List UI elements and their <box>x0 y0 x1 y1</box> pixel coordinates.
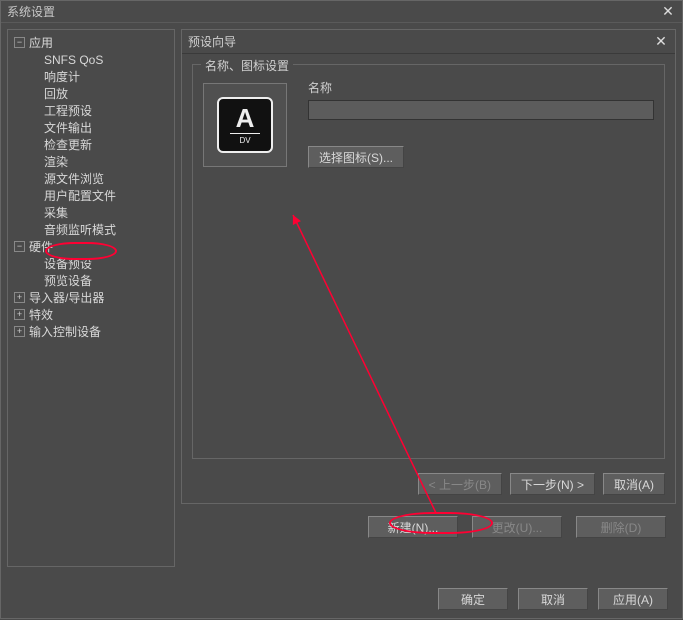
next-button[interactable]: 下一步(N) > <box>510 473 595 495</box>
plus-icon[interactable]: + <box>14 326 25 337</box>
tree-leaf[interactable]: 用户配置文件 <box>10 187 172 204</box>
name-label: 名称 <box>308 79 654 96</box>
cancel-button[interactable]: 取消 <box>518 588 588 610</box>
tree-label: 音频监听模式 <box>44 221 116 238</box>
dialog-buttons: 确定 取消 应用(A) <box>438 588 668 610</box>
group-name-icon: 名称、图标设置 A DV 名称 选择图标(S)... <box>192 64 665 459</box>
tree-panel[interactable]: − 应用 SNFS QoS响度计回放工程预设文件输出检查更新渲染源文件浏览用户配… <box>7 29 175 567</box>
wizard-content: 名称、图标设置 A DV 名称 选择图标(S)... <box>182 54 675 459</box>
wizard-cancel-button[interactable]: 取消(A) <box>603 473 665 495</box>
tree-leaf[interactable]: 响度计 <box>10 68 172 85</box>
tree-label: 设备预设 <box>44 255 92 272</box>
tree-label: 采集 <box>44 204 68 221</box>
tree-node-hardware[interactable]: − 硬件 <box>10 238 172 255</box>
window-title: 系统设置 <box>7 3 55 20</box>
tree-node-app[interactable]: − 应用 <box>10 34 172 51</box>
preset-icon: A DV <box>217 97 273 153</box>
tree-leaf[interactable]: 渲染 <box>10 153 172 170</box>
tree-label: 输入控制设备 <box>29 323 101 340</box>
tree-leaf[interactable]: 工程预设 <box>10 102 172 119</box>
close-icon[interactable]: ✕ <box>653 34 669 50</box>
icon-preview: A DV <box>203 83 287 167</box>
tree-label: 特效 <box>29 306 53 323</box>
tree-leaf[interactable]: SNFS QoS <box>10 51 172 68</box>
tree-leaf-device-preset[interactable]: 设备预设 <box>10 255 172 272</box>
wizard-titlebar: 预设向导 ✕ <box>182 30 675 54</box>
change-button: 更改(U)... <box>472 516 562 538</box>
tree-leaf[interactable]: 回放 <box>10 85 172 102</box>
delete-button: 删除(D) <box>576 516 666 538</box>
new-button[interactable]: 新建(N)... <box>368 516 458 538</box>
tree-label: 应用 <box>29 34 53 51</box>
right-panel: 预设向导 ✕ 名称、图标设置 A DV 名称 <box>181 29 676 567</box>
tree-leaf[interactable]: 检查更新 <box>10 136 172 153</box>
close-icon[interactable]: ✕ <box>660 4 676 20</box>
wizard-box: 预设向导 ✕ 名称、图标设置 A DV 名称 <box>181 29 676 504</box>
tree-label: 工程预设 <box>44 102 92 119</box>
titlebar: 系统设置 ✕ <box>1 1 682 23</box>
prev-button: < 上一步(B) <box>418 473 502 495</box>
tree-leaf[interactable]: 预览设备 <box>10 272 172 289</box>
plus-icon[interactable]: + <box>14 309 25 320</box>
wizard-title-text: 预设向导 <box>188 33 236 50</box>
tree-node-importer[interactable]: + 导入器/导出器 <box>10 289 172 306</box>
tree-leaf[interactable]: 源文件浏览 <box>10 170 172 187</box>
tree-label: 回放 <box>44 85 68 102</box>
tree-label: 文件输出 <box>44 119 92 136</box>
tree-label: SNFS QoS <box>44 53 103 67</box>
minus-icon[interactable]: − <box>14 37 25 48</box>
tree-label: 硬件 <box>29 238 53 255</box>
body-area: − 应用 SNFS QoS响度计回放工程预设文件输出检查更新渲染源文件浏览用户配… <box>1 23 682 573</box>
system-settings-window: 系统设置 ✕ − 应用 SNFS QoS响度计回放工程预设文件输出检查更新渲染源… <box>0 0 683 619</box>
group-legend: 名称、图标设置 <box>201 57 293 74</box>
minus-icon[interactable]: − <box>14 241 25 252</box>
tree-label: 源文件浏览 <box>44 170 104 187</box>
ok-button[interactable]: 确定 <box>438 588 508 610</box>
tree-node-inputctl[interactable]: + 输入控制设备 <box>10 323 172 340</box>
tree-leaf[interactable]: 音频监听模式 <box>10 221 172 238</box>
icon-letter: A <box>236 105 255 131</box>
form-right: 名称 选择图标(S)... <box>308 79 654 168</box>
tree-label: 用户配置文件 <box>44 187 116 204</box>
tree-label: 渲染 <box>44 153 68 170</box>
preset-crud-buttons: 新建(N)... 更改(U)... 删除(D) <box>368 516 666 538</box>
wizard-footer: < 上一步(B) 下一步(N) > 取消(A) <box>418 473 665 495</box>
tree-label: 导入器/导出器 <box>29 289 104 306</box>
tree-label: 检查更新 <box>44 136 92 153</box>
tree-label: 响度计 <box>44 68 80 85</box>
tree-label: 预览设备 <box>44 272 92 289</box>
name-input[interactable] <box>308 100 654 120</box>
tree-leaf[interactable]: 采集 <box>10 204 172 221</box>
plus-icon[interactable]: + <box>14 292 25 303</box>
tree-leaf[interactable]: 文件输出 <box>10 119 172 136</box>
select-icon-button[interactable]: 选择图标(S)... <box>308 146 404 168</box>
tree-node-fx[interactable]: + 特效 <box>10 306 172 323</box>
apply-button[interactable]: 应用(A) <box>598 588 668 610</box>
icon-caption: DV <box>230 133 260 145</box>
